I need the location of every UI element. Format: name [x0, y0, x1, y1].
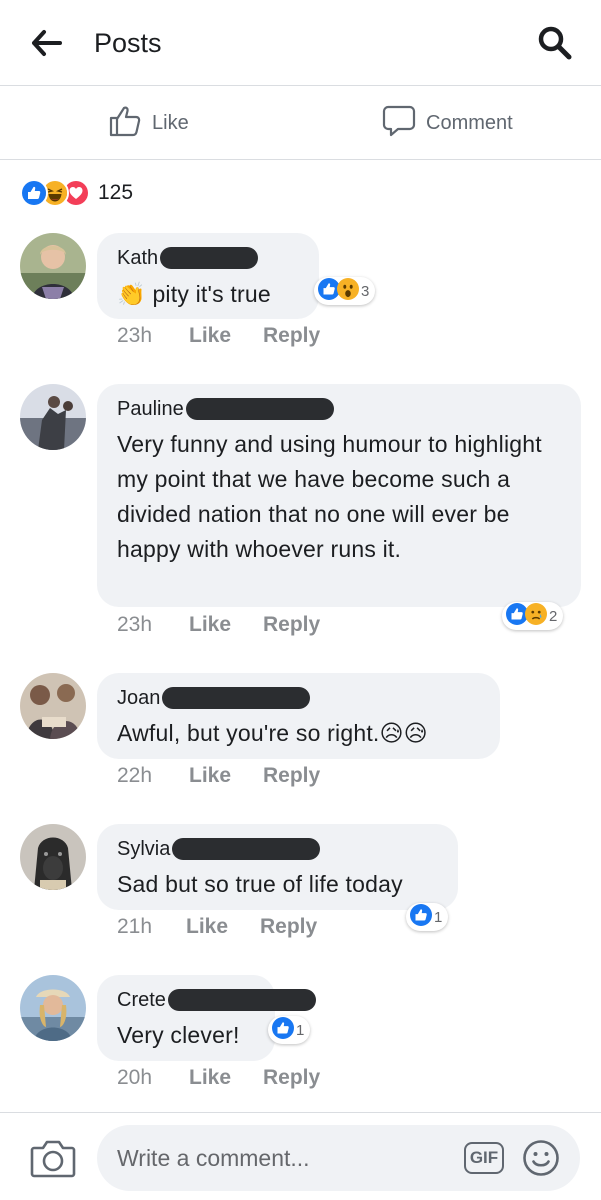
comment-bubble: Sylvia Sad but so true of life today: [97, 824, 458, 910]
reaction-count: 1: [434, 908, 443, 926]
comment-time: 22h: [117, 764, 153, 787]
comment-bubble: Crete Very clever!: [97, 975, 316, 1061]
comment-input[interactable]: Write a comment... GIF: [97, 1125, 580, 1191]
page-title: Posts: [94, 28, 162, 58]
comment-text: Very clever!: [117, 1022, 240, 1048]
sad-reaction-icon: [525, 602, 547, 630]
like-reaction-icon: [272, 1016, 294, 1044]
comment-text: Awful, but you're so right.: [117, 720, 380, 746]
top-bar: Posts: [0, 0, 601, 86]
avatar[interactable]: [20, 824, 86, 890]
comment-reactions[interactable]: 1: [406, 903, 449, 931]
comment-reply-button[interactable]: Reply: [260, 915, 317, 939]
comment-author[interactable]: Pauline: [117, 398, 184, 421]
comment-meta: 22h Like Reply: [117, 764, 320, 788]
comment-text: Very funny and using humour to highlight…: [117, 431, 542, 562]
smiley-icon[interactable]: [522, 1139, 560, 1177]
like-reaction-icon: [20, 179, 48, 207]
comment-author[interactable]: Sylvia: [117, 838, 170, 861]
comment-reply-button[interactable]: Reply: [263, 764, 320, 788]
gif-button[interactable]: GIF: [464, 1142, 504, 1174]
comment-text: pity it's true: [152, 281, 271, 307]
comment-reactions[interactable]: 2: [502, 602, 564, 630]
comment-author[interactable]: Joan: [117, 687, 160, 710]
reaction-count: 2: [549, 607, 558, 625]
comment-author[interactable]: Crete: [117, 989, 166, 1012]
comment-button[interactable]: Comment: [382, 104, 513, 143]
comment-label: Comment: [426, 111, 513, 134]
comment-time: 21h: [117, 915, 153, 938]
comment-like-button[interactable]: Like: [189, 324, 263, 348]
redacted-name: [162, 687, 311, 709]
comment-meta: 23h Like Reply: [117, 613, 320, 637]
comment-meta: 23h Like Reply: [117, 324, 320, 348]
comment-reactions[interactable]: 3: [314, 277, 376, 305]
comment-reactions[interactable]: 1: [268, 1016, 311, 1044]
redacted-name: [172, 838, 321, 860]
comment-like-button[interactable]: Like: [189, 613, 263, 637]
redacted-name: [167, 989, 316, 1011]
comment-text: Sad but so true of life today: [117, 871, 403, 897]
avatar[interactable]: [20, 975, 86, 1041]
avatar[interactable]: [20, 673, 86, 739]
search-icon[interactable]: [537, 25, 573, 61]
comment-time: 23h: [117, 324, 153, 347]
comment-author[interactable]: Kath: [117, 247, 158, 270]
reaction-summary[interactable]: 125: [20, 177, 133, 209]
comment-time: 23h: [117, 613, 153, 636]
comment-bubble: Kath 👏 pity it's true: [97, 233, 319, 319]
comment-meta: 20h Like Reply: [117, 1066, 320, 1090]
comment-like-button[interactable]: Like: [189, 764, 263, 788]
redacted-name: [160, 247, 259, 269]
speech-bubble-icon: [382, 104, 416, 143]
comment-reply-button[interactable]: Reply: [263, 324, 320, 348]
thumbs-up-icon: [108, 104, 142, 143]
comment-meta: 21h Like Reply: [117, 915, 317, 939]
like-button[interactable]: Like: [108, 106, 189, 140]
like-reaction-icon: [410, 903, 432, 931]
post-actions: Like Comment: [0, 86, 601, 160]
redacted-name: [185, 398, 334, 420]
sad-emoji: 😥😥: [379, 720, 428, 746]
comment-composer: Write a comment... GIF: [0, 1112, 601, 1200]
comment-reply-button[interactable]: Reply: [263, 613, 320, 637]
clapping-hands-emoji: 👏: [117, 281, 146, 307]
comment-bubble: Pauline Very funny and using humour to h…: [97, 384, 581, 607]
reaction-count: 3: [361, 282, 370, 300]
comment-reply-button[interactable]: Reply: [263, 1066, 320, 1090]
camera-icon[interactable]: [30, 1137, 76, 1179]
wow-reaction-icon: [337, 277, 359, 305]
like-label: Like: [152, 111, 189, 134]
avatar[interactable]: [20, 233, 86, 299]
comment-time: 20h: [117, 1066, 153, 1089]
back-arrow-icon[interactable]: [30, 28, 64, 58]
reaction-count: 1: [296, 1021, 305, 1039]
comment-bubble: Joan Awful, but you're so right.😥😥: [97, 673, 500, 759]
comment-input-placeholder[interactable]: Write a comment...: [117, 1145, 310, 1172]
avatar[interactable]: [20, 384, 86, 450]
reaction-count: 125: [98, 181, 134, 204]
comment-like-button[interactable]: Like: [189, 1066, 263, 1090]
comment-like-button[interactable]: Like: [186, 915, 260, 939]
